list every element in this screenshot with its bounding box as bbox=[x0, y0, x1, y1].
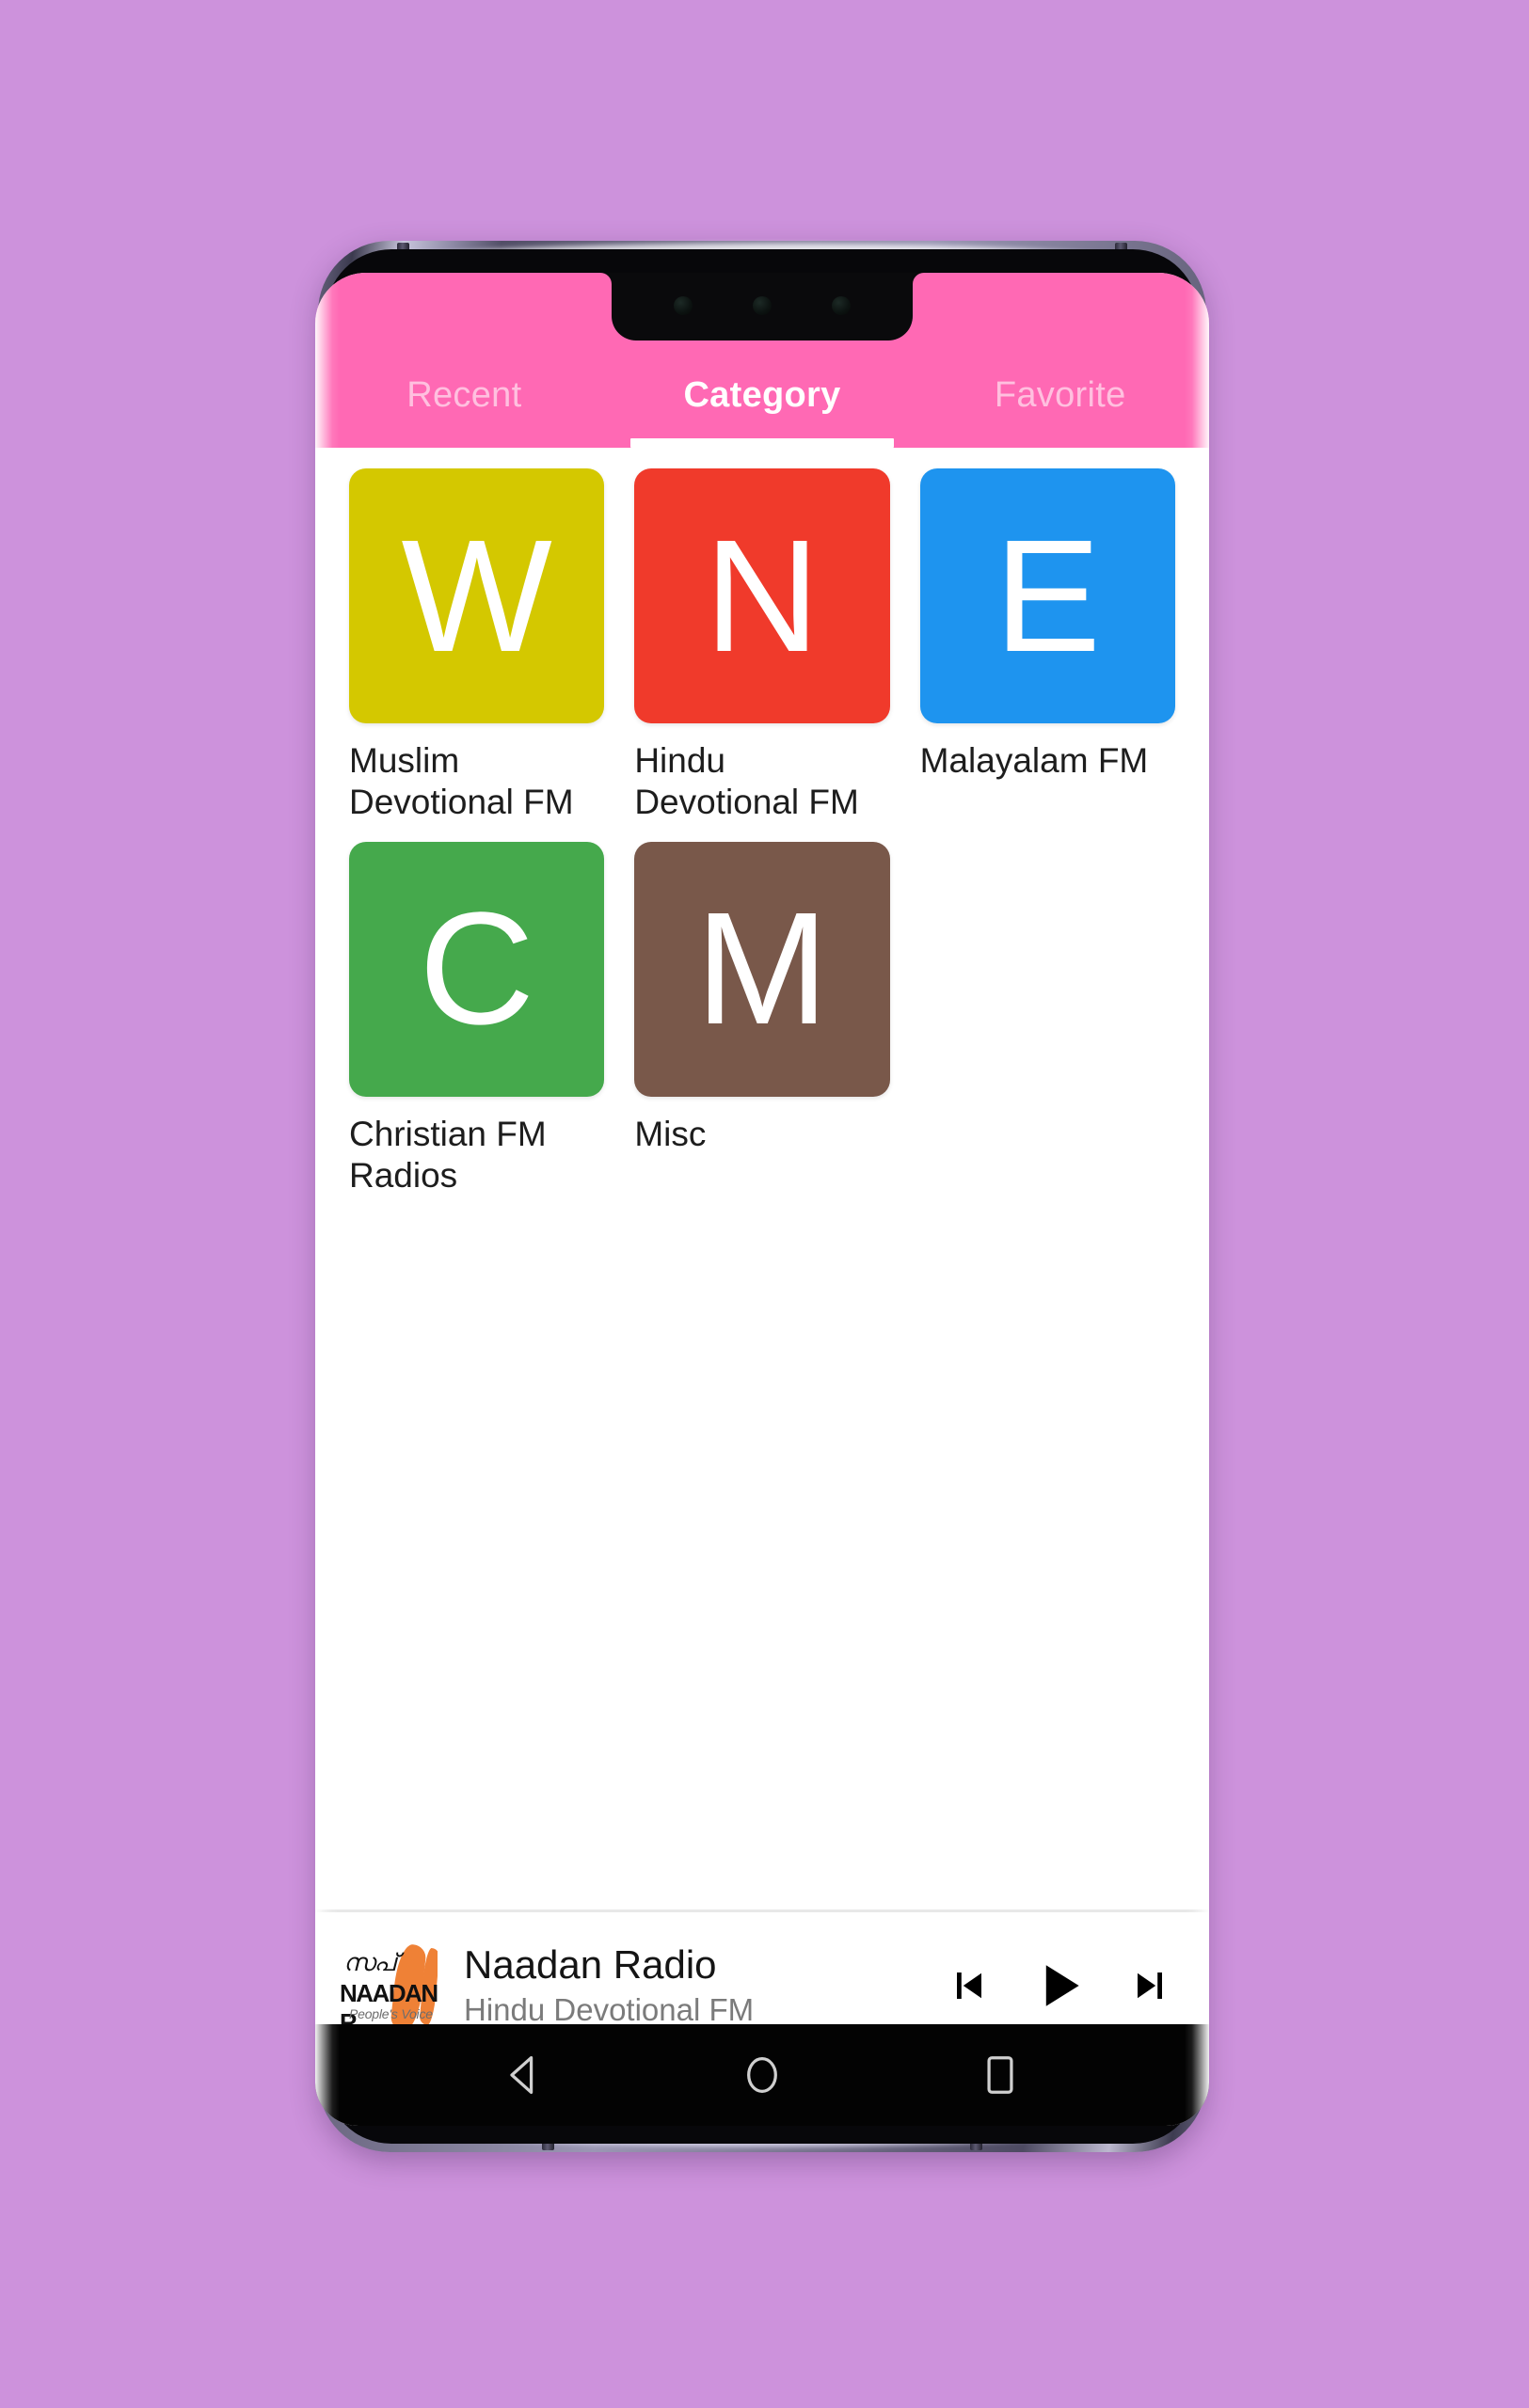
tab-recent-label: Recent bbox=[406, 375, 522, 415]
previous-button[interactable] bbox=[942, 1959, 995, 2012]
category-item-muslim-devotional-fm[interactable]: W Muslim Devotional FM bbox=[334, 468, 619, 842]
logo-script-text: സപ് bbox=[343, 1948, 397, 1976]
now-playing-subtitle: Hindu Devotional FM bbox=[464, 1993, 755, 2028]
tab-favorite-label: Favorite bbox=[994, 375, 1126, 415]
front-camera-icon bbox=[753, 296, 772, 315]
notch-corner-right bbox=[913, 273, 935, 295]
home-circle-icon bbox=[747, 2057, 777, 2093]
category-tile-letter: C bbox=[419, 879, 535, 1059]
category-tile-letter: E bbox=[994, 506, 1102, 686]
logo-tagline: People's Voice bbox=[349, 2005, 433, 2021]
category-tile-letter: M bbox=[695, 879, 829, 1059]
tab-category-label: Category bbox=[683, 375, 841, 415]
category-item-label: Hindu Devotional FM bbox=[634, 741, 859, 821]
player-controls bbox=[942, 1953, 1177, 2019]
category-item-label: Malayalam FM bbox=[919, 741, 1149, 781]
category-item-label: Christian FM Radios bbox=[349, 1114, 547, 1195]
notch-corner-left bbox=[589, 273, 612, 295]
recents-square-icon bbox=[987, 2056, 1013, 2094]
station-logo: സപ് NAADAN R People's Voice bbox=[340, 1936, 438, 2035]
tab-favorite[interactable]: Favorite bbox=[911, 375, 1209, 448]
proximity-sensor-icon bbox=[674, 296, 693, 315]
category-tile-icon: C bbox=[349, 841, 605, 1097]
app-tab-bar: Recent Category Favorite bbox=[315, 273, 1209, 448]
play-button[interactable] bbox=[1027, 1953, 1092, 2019]
category-tile-letter: N bbox=[704, 506, 820, 686]
category-item-misc[interactable]: M Misc bbox=[619, 841, 904, 1215]
skip-previous-icon bbox=[957, 1972, 981, 1999]
skip-next-icon bbox=[1138, 1972, 1162, 1999]
back-triangle-icon bbox=[510, 2055, 534, 2095]
category-tile-icon: M bbox=[634, 841, 890, 1097]
phone-screen: Recent Category Favorite W Muslim Devoti… bbox=[315, 273, 1209, 2126]
android-home-button[interactable] bbox=[715, 2038, 809, 2112]
ir-sensor-icon bbox=[832, 296, 851, 315]
active-tab-indicator bbox=[613, 438, 912, 448]
category-item-malayalam-fm[interactable]: E Malayalam FM bbox=[905, 468, 1190, 842]
category-grid: W Muslim Devotional FM N Hindu Devotiona… bbox=[315, 448, 1209, 1909]
now-playing-title: Naadan Radio bbox=[464, 1942, 717, 1987]
category-tile-icon: W bbox=[349, 468, 605, 724]
android-back-button[interactable] bbox=[477, 2038, 571, 2112]
category-item-label: Misc bbox=[634, 1114, 707, 1153]
category-tile-icon: E bbox=[919, 468, 1175, 724]
tab-recent[interactable]: Recent bbox=[315, 375, 613, 448]
android-recents-button[interactable] bbox=[953, 2038, 1047, 2112]
android-navigation-bar bbox=[315, 2024, 1209, 2126]
next-button[interactable] bbox=[1124, 1959, 1177, 2012]
now-playing-text: Naadan Radio Hindu Devotional FM bbox=[438, 1942, 942, 2028]
play-icon bbox=[1045, 1964, 1079, 2006]
category-item-label: Muslim Devotional FM bbox=[349, 741, 574, 821]
display-notch bbox=[612, 273, 913, 341]
category-tile-letter: W bbox=[401, 506, 552, 686]
tab-category[interactable]: Category bbox=[613, 375, 912, 448]
category-item-hindu-devotional-fm[interactable]: N Hindu Devotional FM bbox=[619, 468, 904, 842]
category-tile-icon: N bbox=[634, 468, 890, 724]
category-item-christian-fm-radios[interactable]: C Christian FM Radios bbox=[334, 841, 619, 1215]
